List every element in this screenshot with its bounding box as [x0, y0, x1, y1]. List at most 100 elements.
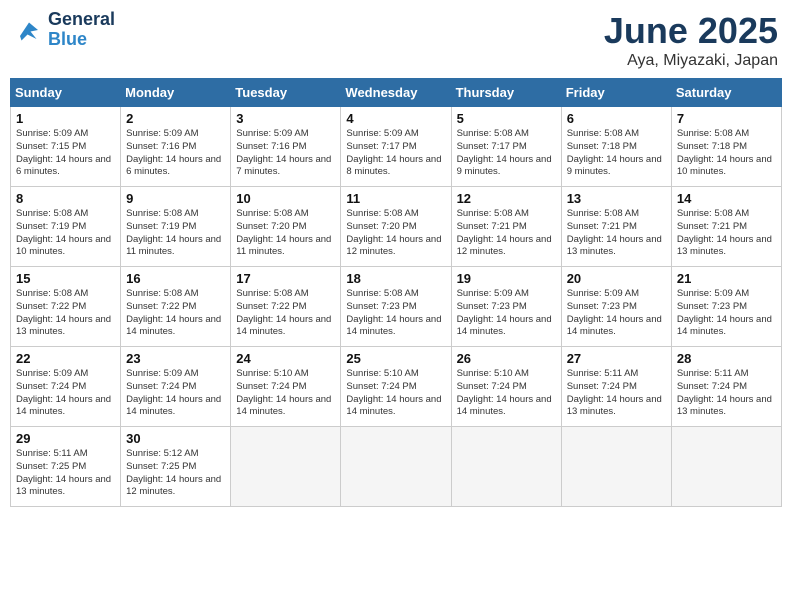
- day-number: 21: [677, 271, 776, 286]
- table-row: 9 Sunrise: 5:08 AM Sunset: 7:19 PM Dayli…: [121, 187, 231, 267]
- day-detail: Sunrise: 5:08 AM Sunset: 7:17 PM Dayligh…: [457, 128, 556, 179]
- header-tuesday: Tuesday: [231, 79, 341, 107]
- logo-text: General Blue: [48, 10, 115, 50]
- day-detail: Sunrise: 5:10 AM Sunset: 7:24 PM Dayligh…: [236, 368, 335, 419]
- day-number: 3: [236, 111, 335, 126]
- table-row: 11 Sunrise: 5:08 AM Sunset: 7:20 PM Dayl…: [341, 187, 451, 267]
- table-row: 2 Sunrise: 5:09 AM Sunset: 7:16 PM Dayli…: [121, 107, 231, 187]
- header-monday: Monday: [121, 79, 231, 107]
- day-detail: Sunrise: 5:09 AM Sunset: 7:24 PM Dayligh…: [16, 368, 115, 419]
- day-number: 6: [567, 111, 666, 126]
- day-number: 5: [457, 111, 556, 126]
- day-number: 17: [236, 271, 335, 286]
- table-row: 28 Sunrise: 5:11 AM Sunset: 7:24 PM Dayl…: [671, 347, 781, 427]
- calendar-week-row: 22 Sunrise: 5:09 AM Sunset: 7:24 PM Dayl…: [11, 347, 782, 427]
- day-number: 24: [236, 351, 335, 366]
- day-detail: Sunrise: 5:08 AM Sunset: 7:22 PM Dayligh…: [16, 288, 115, 339]
- month-title: June 2025: [604, 10, 778, 52]
- day-number: 1: [16, 111, 115, 126]
- day-number: 13: [567, 191, 666, 206]
- table-row: 16 Sunrise: 5:08 AM Sunset: 7:22 PM Dayl…: [121, 267, 231, 347]
- table-row: 22 Sunrise: 5:09 AM Sunset: 7:24 PM Dayl…: [11, 347, 121, 427]
- day-detail: Sunrise: 5:12 AM Sunset: 7:25 PM Dayligh…: [126, 448, 225, 499]
- table-row: 15 Sunrise: 5:08 AM Sunset: 7:22 PM Dayl…: [11, 267, 121, 347]
- table-row: [561, 427, 671, 507]
- table-row: 1 Sunrise: 5:09 AM Sunset: 7:15 PM Dayli…: [11, 107, 121, 187]
- table-row: 17 Sunrise: 5:08 AM Sunset: 7:22 PM Dayl…: [231, 267, 341, 347]
- day-detail: Sunrise: 5:08 AM Sunset: 7:21 PM Dayligh…: [567, 208, 666, 259]
- day-detail: Sunrise: 5:09 AM Sunset: 7:23 PM Dayligh…: [567, 288, 666, 339]
- table-row: 4 Sunrise: 5:09 AM Sunset: 7:17 PM Dayli…: [341, 107, 451, 187]
- table-row: 19 Sunrise: 5:09 AM Sunset: 7:23 PM Dayl…: [451, 267, 561, 347]
- day-number: 12: [457, 191, 556, 206]
- day-detail: Sunrise: 5:08 AM Sunset: 7:21 PM Dayligh…: [677, 208, 776, 259]
- table-row: 21 Sunrise: 5:09 AM Sunset: 7:23 PM Dayl…: [671, 267, 781, 347]
- day-detail: Sunrise: 5:08 AM Sunset: 7:19 PM Dayligh…: [16, 208, 115, 259]
- table-row: 7 Sunrise: 5:08 AM Sunset: 7:18 PM Dayli…: [671, 107, 781, 187]
- day-detail: Sunrise: 5:08 AM Sunset: 7:20 PM Dayligh…: [346, 208, 445, 259]
- table-row: 6 Sunrise: 5:08 AM Sunset: 7:18 PM Dayli…: [561, 107, 671, 187]
- table-row: 13 Sunrise: 5:08 AM Sunset: 7:21 PM Dayl…: [561, 187, 671, 267]
- table-row: [671, 427, 781, 507]
- table-row: 23 Sunrise: 5:09 AM Sunset: 7:24 PM Dayl…: [121, 347, 231, 427]
- day-detail: Sunrise: 5:09 AM Sunset: 7:24 PM Dayligh…: [126, 368, 225, 419]
- header-sunday: Sunday: [11, 79, 121, 107]
- day-number: 22: [16, 351, 115, 366]
- day-number: 20: [567, 271, 666, 286]
- weekday-header-row: Sunday Monday Tuesday Wednesday Thursday…: [11, 79, 782, 107]
- day-detail: Sunrise: 5:09 AM Sunset: 7:17 PM Dayligh…: [346, 128, 445, 179]
- table-row: 20 Sunrise: 5:09 AM Sunset: 7:23 PM Dayl…: [561, 267, 671, 347]
- calendar-week-row: 29 Sunrise: 5:11 AM Sunset: 7:25 PM Dayl…: [11, 427, 782, 507]
- day-number: 25: [346, 351, 445, 366]
- day-number: 8: [16, 191, 115, 206]
- day-detail: Sunrise: 5:09 AM Sunset: 7:15 PM Dayligh…: [16, 128, 115, 179]
- day-detail: Sunrise: 5:08 AM Sunset: 7:21 PM Dayligh…: [457, 208, 556, 259]
- day-number: 9: [126, 191, 225, 206]
- day-detail: Sunrise: 5:09 AM Sunset: 7:23 PM Dayligh…: [457, 288, 556, 339]
- header-wednesday: Wednesday: [341, 79, 451, 107]
- logo-line1: General: [48, 10, 115, 30]
- table-row: 26 Sunrise: 5:10 AM Sunset: 7:24 PM Dayl…: [451, 347, 561, 427]
- table-row: 10 Sunrise: 5:08 AM Sunset: 7:20 PM Dayl…: [231, 187, 341, 267]
- day-number: 10: [236, 191, 335, 206]
- day-number: 28: [677, 351, 776, 366]
- header-friday: Friday: [561, 79, 671, 107]
- header-saturday: Saturday: [671, 79, 781, 107]
- table-row: 27 Sunrise: 5:11 AM Sunset: 7:24 PM Dayl…: [561, 347, 671, 427]
- day-number: 29: [16, 431, 115, 446]
- table-row: 25 Sunrise: 5:10 AM Sunset: 7:24 PM Dayl…: [341, 347, 451, 427]
- day-detail: Sunrise: 5:08 AM Sunset: 7:19 PM Dayligh…: [126, 208, 225, 259]
- table-row: 8 Sunrise: 5:08 AM Sunset: 7:19 PM Dayli…: [11, 187, 121, 267]
- day-detail: Sunrise: 5:09 AM Sunset: 7:16 PM Dayligh…: [236, 128, 335, 179]
- calendar-week-row: 15 Sunrise: 5:08 AM Sunset: 7:22 PM Dayl…: [11, 267, 782, 347]
- table-row: [451, 427, 561, 507]
- logo-line2: Blue: [48, 30, 115, 50]
- day-number: 30: [126, 431, 225, 446]
- day-number: 23: [126, 351, 225, 366]
- day-detail: Sunrise: 5:08 AM Sunset: 7:23 PM Dayligh…: [346, 288, 445, 339]
- table-row: 18 Sunrise: 5:08 AM Sunset: 7:23 PM Dayl…: [341, 267, 451, 347]
- day-detail: Sunrise: 5:11 AM Sunset: 7:24 PM Dayligh…: [677, 368, 776, 419]
- day-number: 18: [346, 271, 445, 286]
- day-number: 7: [677, 111, 776, 126]
- day-number: 11: [346, 191, 445, 206]
- title-area: June 2025 Aya, Miyazaki, Japan: [604, 10, 778, 70]
- day-number: 14: [677, 191, 776, 206]
- header-thursday: Thursday: [451, 79, 561, 107]
- day-detail: Sunrise: 5:09 AM Sunset: 7:23 PM Dayligh…: [677, 288, 776, 339]
- table-row: 29 Sunrise: 5:11 AM Sunset: 7:25 PM Dayl…: [11, 427, 121, 507]
- table-row: 12 Sunrise: 5:08 AM Sunset: 7:21 PM Dayl…: [451, 187, 561, 267]
- day-detail: Sunrise: 5:10 AM Sunset: 7:24 PM Dayligh…: [457, 368, 556, 419]
- logo: General Blue: [14, 10, 115, 50]
- page-header: General Blue June 2025 Aya, Miyazaki, Ja…: [10, 10, 782, 70]
- day-number: 19: [457, 271, 556, 286]
- table-row: [341, 427, 451, 507]
- table-row: 5 Sunrise: 5:08 AM Sunset: 7:17 PM Dayli…: [451, 107, 561, 187]
- day-detail: Sunrise: 5:08 AM Sunset: 7:18 PM Dayligh…: [677, 128, 776, 179]
- day-detail: Sunrise: 5:08 AM Sunset: 7:20 PM Dayligh…: [236, 208, 335, 259]
- day-number: 27: [567, 351, 666, 366]
- day-number: 4: [346, 111, 445, 126]
- table-row: 30 Sunrise: 5:12 AM Sunset: 7:25 PM Dayl…: [121, 427, 231, 507]
- day-detail: Sunrise: 5:08 AM Sunset: 7:18 PM Dayligh…: [567, 128, 666, 179]
- table-row: [231, 427, 341, 507]
